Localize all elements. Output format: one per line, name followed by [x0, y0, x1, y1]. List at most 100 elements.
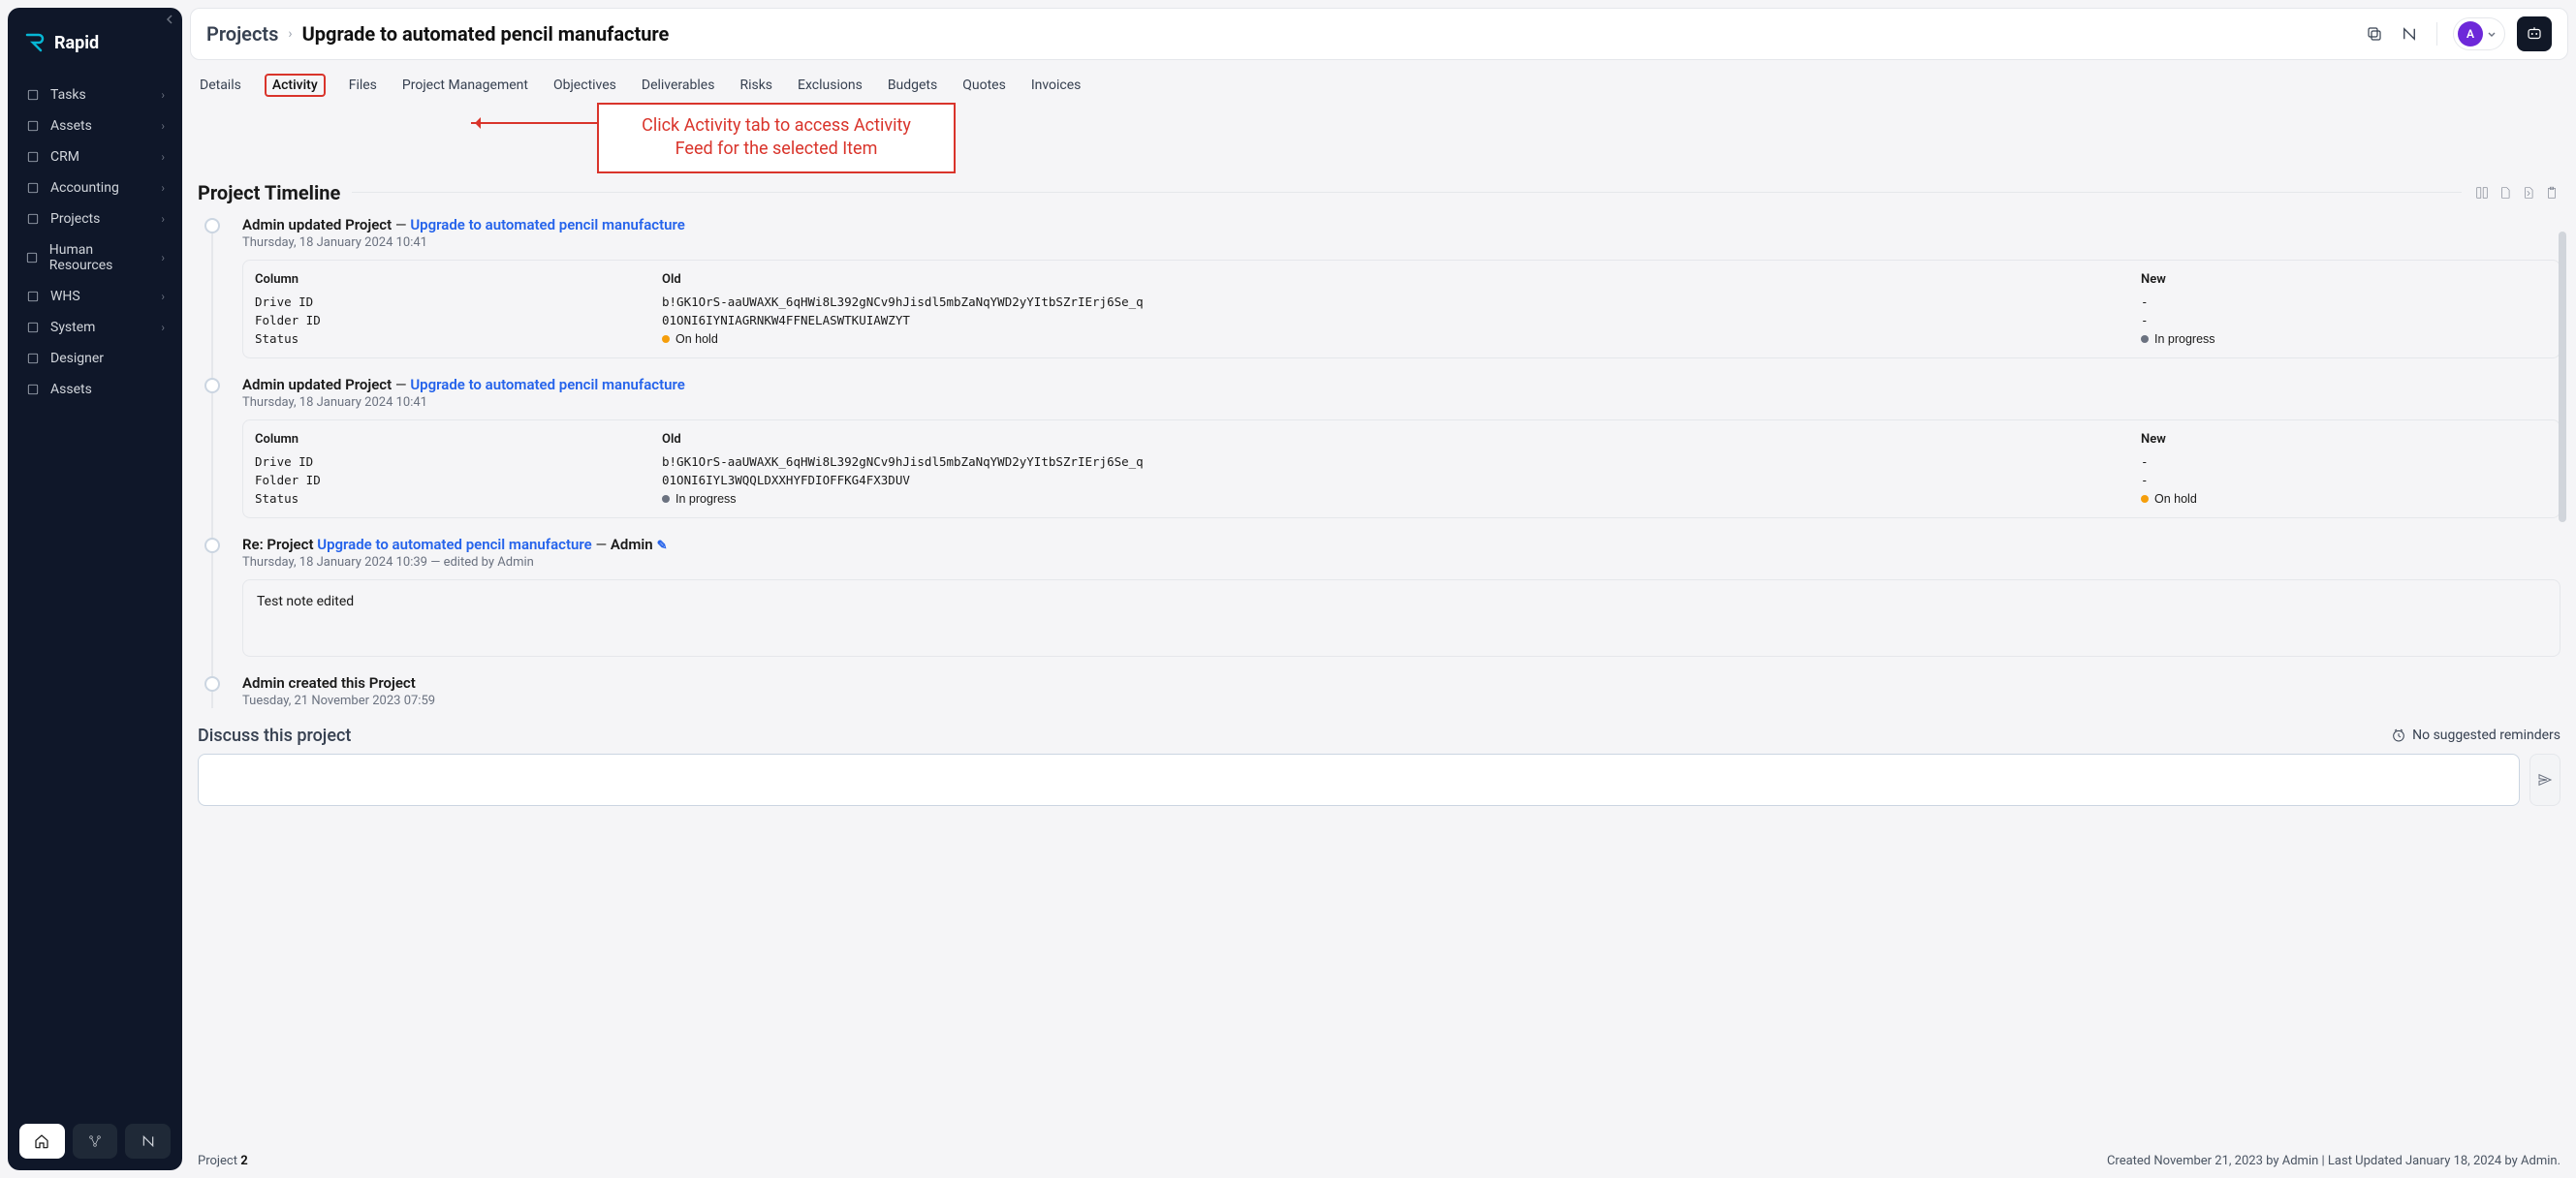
sidebar-item-label: Assets — [50, 118, 92, 134]
breadcrumb-current: Upgrade to automated pencil manufacture — [302, 22, 670, 46]
tab-quotes[interactable]: Quotes — [960, 74, 1008, 97]
reminders-text: No suggested reminders — [2412, 728, 2560, 743]
n-button[interactable] — [125, 1124, 171, 1159]
annotation-arrow-icon — [471, 122, 616, 124]
clipboard-icon[interactable] — [2543, 184, 2560, 202]
timeline-link[interactable]: Upgrade to automated pencil manufacture — [410, 216, 685, 233]
breadcrumb-separator-icon: › — [288, 26, 292, 42]
collapse-sidebar-icon[interactable] — [165, 14, 176, 28]
chevron-down-icon — [2487, 29, 2497, 39]
footer-entity-label: Project — [198, 1154, 237, 1168]
layout-icon — [25, 351, 41, 366]
assistant-button[interactable] — [2517, 16, 2552, 51]
sidebar-bottom-controls — [8, 1112, 182, 1170]
annotation-callout: Click Activity tab to access Activity Fe… — [403, 103, 2568, 173]
sidebar-item-label: Assets — [50, 382, 92, 397]
edit-icon[interactable]: ✎ — [657, 539, 668, 553]
send-button[interactable] — [2529, 754, 2560, 806]
brand-logo[interactable]: Rapid — [8, 8, 182, 72]
col-header: New — [2141, 432, 2548, 447]
chevron-right-icon: › — [161, 290, 165, 303]
status-dot-icon — [2141, 335, 2149, 343]
home-button[interactable] — [19, 1124, 65, 1159]
sidebar-item-system[interactable]: System› — [17, 312, 173, 343]
chevron-right-icon: › — [161, 88, 165, 102]
timeline-dot-icon — [204, 538, 220, 553]
brand-name: Rapid — [54, 33, 99, 53]
tab-exclusions[interactable]: Exclusions — [796, 74, 864, 97]
tab-activity[interactable]: Activity — [265, 74, 326, 97]
brand-mark-icon — [23, 31, 47, 54]
timeline-title: Admin updated Project — Upgrade to autom… — [242, 376, 2560, 393]
divider — [352, 192, 2462, 193]
changes-table: ColumnOldNewDrive IDb!GK1OrS-aaUWAXK_6qH… — [242, 419, 2560, 518]
sidebar-item-assets[interactable]: Assets — [17, 374, 173, 405]
timeline-dot-icon — [204, 218, 220, 233]
sidebar-item-whs[interactable]: WHS › — [17, 281, 173, 312]
archive-icon — [25, 382, 41, 397]
avatar: A — [2458, 21, 2483, 46]
status-dot-icon — [662, 335, 670, 343]
compose-input[interactable] — [198, 754, 2520, 806]
footer-entity-id: 2 — [240, 1154, 247, 1168]
scrollbar[interactable] — [2559, 232, 2566, 522]
breadcrumb-root[interactable]: Projects — [206, 22, 278, 46]
chevron-right-icon: › — [161, 321, 165, 334]
reminders-info[interactable]: No suggested reminders — [2391, 728, 2560, 743]
sidebar-item-accounting[interactable]: Accounting› — [17, 172, 173, 203]
changes-table: ColumnOldNewDrive IDb!GK1OrS-aaUWAXK_6qH… — [242, 260, 2560, 358]
col-header: Column — [255, 272, 662, 287]
sidebar-item-tasks[interactable]: Tasks › — [17, 79, 173, 110]
user-menu[interactable]: A — [2453, 17, 2505, 50]
cube-icon — [25, 118, 41, 134]
document-add-icon[interactable] — [2497, 184, 2514, 202]
timeline-link[interactable]: Upgrade to automated pencil manufacture — [317, 536, 592, 553]
chevron-right-icon: › — [161, 150, 165, 164]
timeline-date: Thursday, 18 January 2024 10:39 — edited… — [242, 555, 2560, 570]
col-header: New — [2141, 272, 2548, 287]
sidebar-item-designer[interactable]: Designer — [17, 343, 173, 374]
footer: Project 2 Created November 21, 2023 by A… — [190, 1146, 2568, 1170]
tab-project-management[interactable]: Project Management — [400, 74, 530, 97]
document-send-icon[interactable] — [2520, 184, 2537, 202]
chevron-right-icon: › — [161, 212, 165, 226]
sidebar-item-label: WHS — [50, 289, 80, 304]
clipboard-check-icon — [25, 87, 41, 103]
tab-risks[interactable]: Risks — [738, 74, 774, 97]
timeline-date: Thursday, 18 January 2024 10:41 — [242, 235, 2560, 250]
layout-toggle-icon[interactable] — [2473, 184, 2491, 202]
timeline-title: Admin updated Project — Upgrade to autom… — [242, 216, 2560, 233]
section-title: Project Timeline — [198, 181, 340, 204]
sidebar-item-label: Designer — [50, 351, 104, 366]
users-icon — [25, 250, 40, 265]
col-header: Old — [662, 432, 2141, 447]
n-action-icon[interactable] — [2398, 22, 2421, 46]
col-header: Old — [662, 272, 2141, 287]
folder-open-icon — [25, 211, 41, 227]
sidebar-item-label: Projects — [50, 211, 100, 227]
sidebar-item-label: Tasks — [50, 87, 86, 103]
tab-deliverables[interactable]: Deliverables — [640, 74, 717, 97]
sidebar-item-projects[interactable]: Projects › — [17, 203, 173, 234]
clock-icon — [2391, 728, 2406, 743]
footer-meta: Created November 21, 2023 by Admin | Las… — [2107, 1154, 2560, 1168]
workflow-button[interactable] — [73, 1124, 118, 1159]
copy-icon[interactable] — [2363, 22, 2386, 46]
chevron-right-icon: › — [161, 119, 165, 133]
tab-details[interactable]: Details — [198, 74, 243, 97]
sidebar-item-crm[interactable]: CRM› — [17, 141, 173, 172]
tabs: Details Activity Files Project Management Ob… — [190, 60, 2568, 97]
col-header: Column — [255, 432, 662, 447]
annotation-text-line2: Feed for the selected Item — [616, 138, 936, 161]
sidebar-item-human-resources[interactable]: Human Resources› — [17, 234, 173, 281]
tab-objectives[interactable]: Objectives — [551, 74, 618, 97]
tab-files[interactable]: Files — [347, 74, 379, 97]
timeline-link[interactable]: Upgrade to automated pencil manufacture — [410, 376, 685, 393]
tab-invoices[interactable]: Invoices — [1029, 74, 1084, 97]
timeline-item: Re: Project Upgrade to automated pencil … — [204, 536, 2560, 657]
timeline-item: Admin updated Project — Upgrade to autom… — [204, 216, 2560, 358]
tab-budgets[interactable]: Budgets — [886, 74, 939, 97]
topbar: Projects › Upgrade to automated pencil m… — [190, 8, 2568, 60]
timeline-title: Re: Project Upgrade to automated pencil … — [242, 536, 2560, 553]
sidebar-item-assets[interactable]: Assets › — [17, 110, 173, 141]
